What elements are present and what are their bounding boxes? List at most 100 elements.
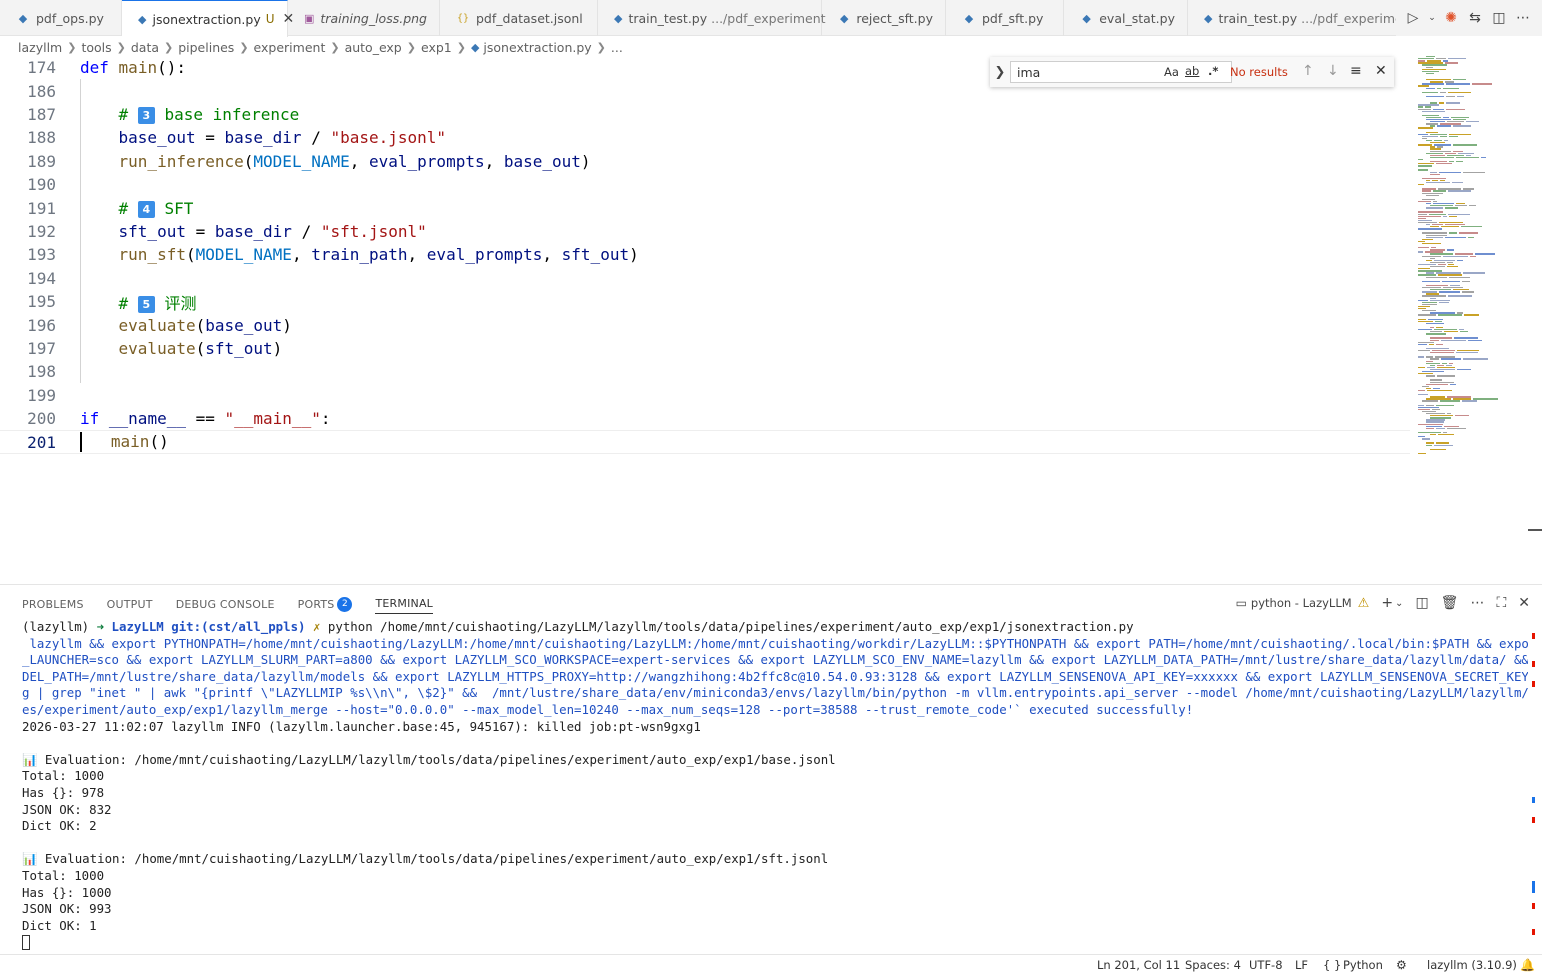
tab-terminal[interactable]: TERMINAL xyxy=(375,594,433,614)
breadcrumb-item[interactable]: lazyllm xyxy=(18,40,62,55)
minimap-stroke xyxy=(1453,125,1471,127)
tab-eval-stat[interactable]: ◆ eval_stat.py xyxy=(1064,0,1188,36)
language-mode[interactable]: Python xyxy=(1343,958,1383,972)
python-file-icon: ◆ xyxy=(138,12,147,26)
code-line[interactable]: 200 if __name__ == "__main__": xyxy=(0,407,1410,430)
tab-jsonextraction[interactable]: ◆ jsonextraction.py U ✕ xyxy=(122,0,294,37)
code-line[interactable]: 193 run_sft(MODEL_NAME, train_path, eval… xyxy=(0,243,1410,266)
code-line[interactable]: 198 xyxy=(0,360,1410,383)
regex-toggle[interactable]: .* xyxy=(1208,64,1218,78)
cursor-position[interactable]: Ln 201, Col 11 xyxy=(1097,958,1180,972)
code-editor[interactable]: 174 def main(): 186 187 # 3 base inferen… xyxy=(0,56,1410,576)
code-line[interactable]: 188 base_out = base_dir / "base.jsonl" xyxy=(0,126,1410,149)
terminal-line: Total: 1000 xyxy=(22,867,105,883)
breadcrumb-item[interactable]: jsonextraction.py xyxy=(483,40,591,55)
minimap-stroke xyxy=(1426,427,1434,430)
minimap-stroke xyxy=(1461,226,1482,228)
tab-reject-sft[interactable]: ◆ reject_sft.py xyxy=(822,0,946,36)
more-actions-icon[interactable]: ⋯ xyxy=(1470,595,1484,611)
minimap-stroke xyxy=(1436,343,1443,346)
encoding[interactable]: UTF-8 xyxy=(1249,958,1283,972)
minimap-stroke xyxy=(1472,83,1492,85)
whole-word-toggle[interactable]: ab xyxy=(1185,64,1199,78)
terminal-scrollbar[interactable] xyxy=(1528,585,1542,955)
breadcrumb-item[interactable]: auto_exp xyxy=(345,40,402,55)
minimap-stroke xyxy=(1439,301,1449,304)
chevron-down-icon[interactable]: ⌄ xyxy=(1395,598,1403,609)
breadcrumb-item[interactable]: experiment xyxy=(254,40,326,55)
minimap-stroke xyxy=(1434,444,1453,446)
find-widget: ❯ Aa ab .* No results ↑ ↓ ≡ ✕ xyxy=(990,57,1394,87)
tab-problems[interactable]: PROBLEMS xyxy=(22,594,84,614)
tab-pdf-ops[interactable]: ◆ pdf_ops.py xyxy=(0,0,122,36)
tab-pdf-sft[interactable]: ◆ pdf_sft.py xyxy=(946,0,1064,36)
python-file-icon: ◆ xyxy=(1082,11,1091,25)
spark-icon[interactable]: ✺ xyxy=(1442,10,1460,26)
breadcrumb-item[interactable]: ... xyxy=(611,40,623,55)
code-line[interactable]: 194 xyxy=(0,267,1410,290)
code-line[interactable]: 187 # 3 base inference xyxy=(0,103,1410,126)
tab-train-test-1[interactable]: ◆ train_test.py .../pdf_experiment xyxy=(598,0,826,36)
code-line[interactable]: 196 evaluate(base_out) xyxy=(0,313,1410,336)
add-terminal-icon[interactable]: + xyxy=(1381,595,1393,611)
minimap-stroke xyxy=(1429,343,1434,346)
split-terminal-icon[interactable]: ◫ xyxy=(1415,595,1428,611)
python-interpreter[interactable]: lazyllm (3.10.9) xyxy=(1427,958,1517,972)
terminal-output[interactable]: (lazyllm) ➜ LazyLLM git:(cst/all_ppls) ✗… xyxy=(22,619,1528,951)
minimap-stroke xyxy=(1447,249,1454,251)
minimap-stroke xyxy=(1418,343,1427,346)
compare-changes-icon[interactable]: ⇆ xyxy=(1466,10,1484,26)
trash-icon[interactable]: 🗑 xyxy=(1441,595,1459,611)
terminal-name[interactable]: python - LazyLLM xyxy=(1251,596,1352,610)
code-line[interactable]: 199 xyxy=(0,384,1410,407)
tab-ports[interactable]: PORTS 2 xyxy=(298,594,353,614)
terminal-line: 2026-03-27 11:02:07 lazyllm INFO (lazyll… xyxy=(22,718,701,734)
editor-actions: ▷ ⌄ ✺ ⇆ ◫ ⋯ xyxy=(1396,0,1542,36)
arrow-up-icon[interactable]: ↑ xyxy=(1302,63,1314,79)
code-line-current[interactable]: 201 main() xyxy=(0,430,1410,454)
chevron-down-icon[interactable]: ⌄ xyxy=(1428,13,1436,23)
code-line[interactable]: 192 sft_out = base_dir / "sft.jsonl" xyxy=(0,220,1410,243)
match-case-toggle[interactable]: Aa xyxy=(1164,65,1179,79)
chevron-right-icon[interactable]: ❯ xyxy=(990,65,1010,80)
tab-pdf-dataset[interactable]: {} pdf_dataset.jsonl xyxy=(440,0,598,36)
code-line[interactable]: 197 evaluate(sft_out) xyxy=(0,337,1410,360)
minimap[interactable] xyxy=(1414,56,1526,456)
code-line[interactable]: 190 xyxy=(0,173,1410,196)
minimap-stroke xyxy=(1418,350,1430,352)
more-actions-icon[interactable]: ⋯ xyxy=(1514,10,1532,26)
keycap-4-icon: 4 xyxy=(137,200,155,218)
code-line[interactable]: 189 run_inference(MODEL_NAME, eval_promp… xyxy=(0,150,1410,173)
tab-train-test-2[interactable]: ◆ train_test.py .../pdf_experiment2 xyxy=(1188,0,1424,36)
split-editor-icon[interactable]: ◫ xyxy=(1490,10,1508,26)
arrow-down-icon[interactable]: ↓ xyxy=(1327,63,1339,79)
run-icon[interactable]: ▷ xyxy=(1404,10,1422,26)
breadcrumb-item[interactable]: data xyxy=(131,40,159,55)
line-number: 193 xyxy=(27,245,56,265)
breadcrumb-item[interactable]: exp1 xyxy=(421,40,452,55)
bell-icon[interactable]: 🔔 xyxy=(1520,958,1535,972)
warning-icon[interactable]: ⚠ xyxy=(1358,596,1370,611)
tab-training-loss[interactable]: ▣ training_loss.png xyxy=(288,0,440,36)
comment-text: base inference xyxy=(164,104,300,124)
minimap-stroke xyxy=(1449,215,1457,217)
scroll-marker xyxy=(1532,681,1535,687)
breadcrumb-item[interactable]: tools xyxy=(81,40,111,55)
minimap-stroke xyxy=(1418,366,1425,369)
maximize-panel-icon[interactable]: ⛶ xyxy=(1496,595,1506,611)
breadcrumb-item[interactable]: pipelines xyxy=(178,40,234,55)
tab-debug-console[interactable]: DEBUG CONSOLE xyxy=(176,594,275,614)
tab-output[interactable]: OUTPUT xyxy=(107,594,153,614)
code-line[interactable]: 191 # 4 SFT xyxy=(0,196,1410,219)
scroll-marker xyxy=(1532,881,1535,893)
code-line[interactable]: 195 # 5 评测 xyxy=(0,290,1410,313)
minimap-stroke xyxy=(1446,95,1455,98)
minimap-stroke xyxy=(1439,171,1461,173)
line-number: 174 xyxy=(27,58,56,78)
indentation[interactable]: Spaces: 4 xyxy=(1185,958,1241,972)
chevron-right-icon: ❯ xyxy=(596,40,606,54)
minimap-stroke xyxy=(1436,163,1452,165)
close-icon[interactable]: ✕ xyxy=(1375,63,1387,79)
find-in-selection-icon[interactable]: ≡ xyxy=(1350,63,1362,79)
end-of-line[interactable]: LF xyxy=(1295,958,1308,972)
